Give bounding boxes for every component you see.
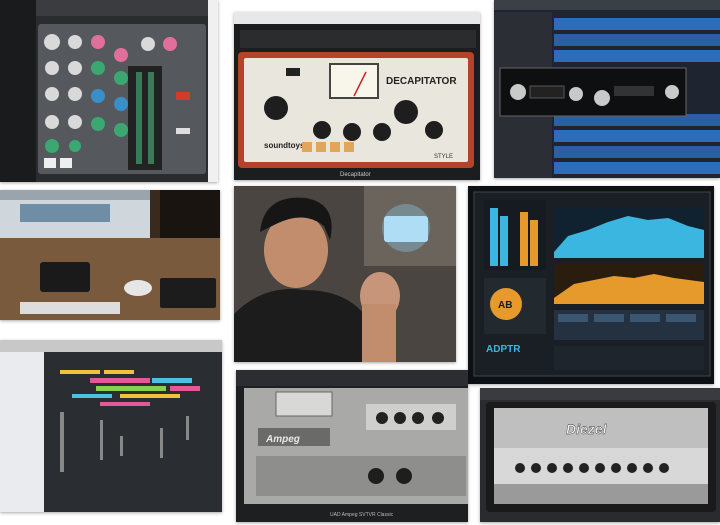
decapitator-plugin-screen: DECAPITATOR soundtoys STYLE Decapitator: [234, 12, 480, 180]
adptr-logo: ADPTR: [486, 344, 521, 355]
diezel-amp-plugin-screen: Diezel: [480, 388, 720, 522]
adptr-plugin-screen: AB ADPTR: [468, 186, 714, 384]
console-eq-plugin-screen: [0, 0, 218, 182]
ampeg-caption: UAD Ampeg SVTVR Classic: [330, 512, 394, 518]
style-label: STYLE: [434, 154, 453, 160]
diezel-logo: Diezel: [566, 421, 608, 437]
producer-portrait-photo: [234, 186, 456, 362]
decapitator-logo: DECAPITATOR: [386, 76, 457, 87]
window-title: Decapitator: [340, 172, 371, 178]
soundtoys-logo: soundtoys: [264, 141, 305, 150]
studio-desk-photo: [0, 190, 220, 320]
ampeg-logo: Ampeg: [265, 434, 300, 445]
ampeg-plugin-screen: Ampeg UAD Ampeg SVTVR Classic: [236, 370, 468, 522]
ab-badge: AB: [498, 300, 512, 311]
daw-tracks-with-plugin: [494, 0, 720, 178]
daw-arrangement-screen: [0, 340, 222, 512]
